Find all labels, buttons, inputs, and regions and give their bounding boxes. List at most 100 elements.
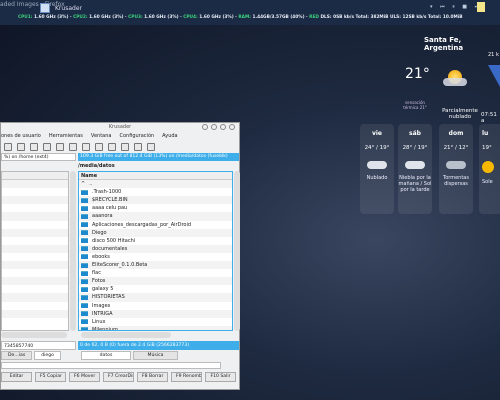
forecast-day: vie 24° / 19° Nublado	[360, 124, 394, 214]
name-column-header[interactable]: Name	[79, 172, 232, 181]
window-titlebar[interactable]: Krusader	[1, 123, 239, 132]
file-row[interactable]: disco 500 Hitachi	[79, 237, 232, 245]
forecast-day-name: sáb	[409, 130, 421, 137]
forecast-temps: 24° / 19°	[364, 145, 390, 151]
search-icon[interactable]	[17, 142, 25, 151]
file-row[interactable]: EliteScorer_0.1.0.Beta	[79, 261, 232, 270]
storm-icon	[446, 161, 466, 169]
file-row[interactable]: Aplicaciones_descargadas_por_AirDroid	[79, 221, 232, 229]
forecast-temps: 19°	[482, 145, 492, 151]
cpu1-label: CPU1:	[18, 15, 33, 20]
folder-icon	[81, 246, 88, 252]
file-row[interactable]: Images	[79, 302, 232, 310]
tab-left-2[interactable]: diego	[34, 351, 61, 360]
sun-icon	[482, 161, 494, 173]
folder-icon	[81, 222, 88, 228]
right-status: 0 de 62, 0 B (0) fuera de 2.4 GiB (25662…	[78, 341, 239, 350]
menu-help[interactable]: Ayuda	[162, 132, 177, 140]
view-icon[interactable]	[30, 142, 38, 151]
file-row[interactable]: aaanora	[79, 212, 232, 221]
user-icon[interactable]	[108, 142, 116, 151]
file-row[interactable]: Fotos	[79, 277, 232, 286]
tab-left-1[interactable]: De...ias	[1, 351, 33, 360]
edit-icon[interactable]	[43, 142, 51, 151]
fullscreen-icon[interactable]	[134, 142, 142, 151]
trash-icon[interactable]	[121, 142, 129, 151]
file-row[interactable]: .Trash-1000	[79, 188, 232, 196]
net-label: RED	[309, 15, 319, 20]
forecast-temps: 21° / 12°	[443, 145, 469, 151]
command-line-input[interactable]	[1, 362, 221, 369]
file-row[interactable]: Diego	[79, 228, 232, 237]
right-file-list[interactable]: Name ^.. .Trash-1000 $RECYCLE.BIN aaaa cel…	[78, 171, 233, 331]
new-file-icon[interactable]	[56, 142, 64, 151]
left-horizontal-scrollbar[interactable]	[1, 332, 67, 338]
minimize-button[interactable]	[211, 124, 217, 130]
file-row[interactable]: ebooks	[79, 253, 232, 261]
weather-temp: 21°	[405, 66, 430, 82]
left-file-list[interactable]	[1, 171, 69, 331]
f4-edit-button[interactable]: Editar	[1, 372, 32, 382]
window-title: Krusader	[108, 124, 132, 130]
file-name: documentales	[92, 245, 128, 252]
file-name: disco 500 Hitachi	[92, 237, 136, 244]
file-row[interactable]: Milennium	[79, 325, 232, 330]
forecast-text: Nublado	[366, 175, 388, 181]
cpu4-label: CPU4:	[183, 15, 198, 20]
parent-dir-row[interactable]: ^..	[79, 180, 232, 189]
compare-icon[interactable]	[82, 142, 90, 151]
menu-tools[interactable]: Herramientas	[49, 132, 83, 140]
help-button[interactable]	[202, 124, 208, 130]
close-button[interactable]	[229, 124, 235, 130]
f5-copy-button[interactable]: F5 Copiar	[35, 372, 66, 382]
media-controls[interactable]: ▾ ⏮ ⏸ ■ ⏭	[430, 4, 482, 10]
forecast-temps: 28° / 19°	[402, 145, 428, 151]
f10-quit-button[interactable]: F10 Salir	[205, 372, 236, 382]
new-folder-icon[interactable]	[69, 142, 77, 151]
f7-mkdir-button[interactable]: F7 CrearDir	[103, 372, 134, 382]
folder-icon	[81, 311, 88, 317]
file-row[interactable]: flac	[79, 269, 232, 277]
right-panel-path[interactable]: /media/datos	[78, 162, 115, 171]
file-row[interactable]: galaxy 5	[79, 285, 232, 293]
fit-icon[interactable]	[147, 142, 155, 151]
folder-icon	[81, 327, 88, 330]
notes-icon[interactable]	[477, 2, 485, 12]
file-row[interactable]: INTRIGA	[79, 309, 232, 318]
file-row[interactable]: Linux	[79, 318, 232, 326]
file-name: HISTORIETAS	[92, 294, 125, 301]
cpu3-value: 1.60 GHz (3%)	[144, 15, 179, 20]
file-row[interactable]: HISTORIETAS	[79, 293, 232, 302]
file-row[interactable]: $RECYCLE.BIN	[79, 196, 232, 205]
forecast-day: dom 21° / 12° Tormentas dispersas	[439, 124, 473, 214]
forecast-text: Tormentas dispersas	[443, 175, 469, 187]
wind-speed: 21 k	[488, 52, 499, 58]
file-name: INTRIGA	[92, 310, 113, 317]
weather-time: 07:51 a	[481, 112, 497, 124]
maximize-button[interactable]	[220, 124, 226, 130]
file-name: Aplicaciones_descargadas_por_AirDroid	[92, 221, 192, 228]
taskbar-task-krusader[interactable]: Krusader	[40, 2, 82, 14]
menu-window[interactable]: Ventana	[91, 132, 112, 140]
file-name: Diego	[92, 229, 107, 236]
menu-user-actions[interactable]: ones de usuario	[1, 132, 41, 140]
file-row[interactable]: aaaa celu pau	[79, 204, 232, 212]
left-vertical-scrollbar[interactable]	[70, 171, 76, 331]
folder-icon	[81, 286, 88, 292]
toolbar-button-icon[interactable]	[4, 142, 12, 151]
tab-right-datos[interactable]: datos	[81, 351, 131, 360]
file-row[interactable]: documentales	[79, 244, 232, 253]
menu-settings[interactable]: Configuración	[119, 132, 154, 140]
f6-move-button[interactable]: F6 Mover	[69, 372, 100, 382]
file-name: aaanora	[92, 213, 113, 220]
right-vertical-scrollbar[interactable]	[234, 171, 240, 331]
f9-rename-button[interactable]: F9 Renombrar	[171, 372, 202, 382]
f8-delete-button[interactable]: F8 Borrar	[137, 372, 168, 382]
left-column-header[interactable]	[2, 172, 68, 181]
right-horizontal-scrollbar[interactable]	[81, 332, 171, 338]
tab-right-musica[interactable]: Música	[133, 351, 178, 360]
cpu1-value: 1.60 GHz (3%)	[34, 15, 69, 20]
sync-icon[interactable]	[95, 142, 103, 151]
toolbar	[1, 140, 239, 153]
function-keys: Editar F5 Copiar F6 Mover F7 CrearDir F8…	[1, 372, 236, 382]
